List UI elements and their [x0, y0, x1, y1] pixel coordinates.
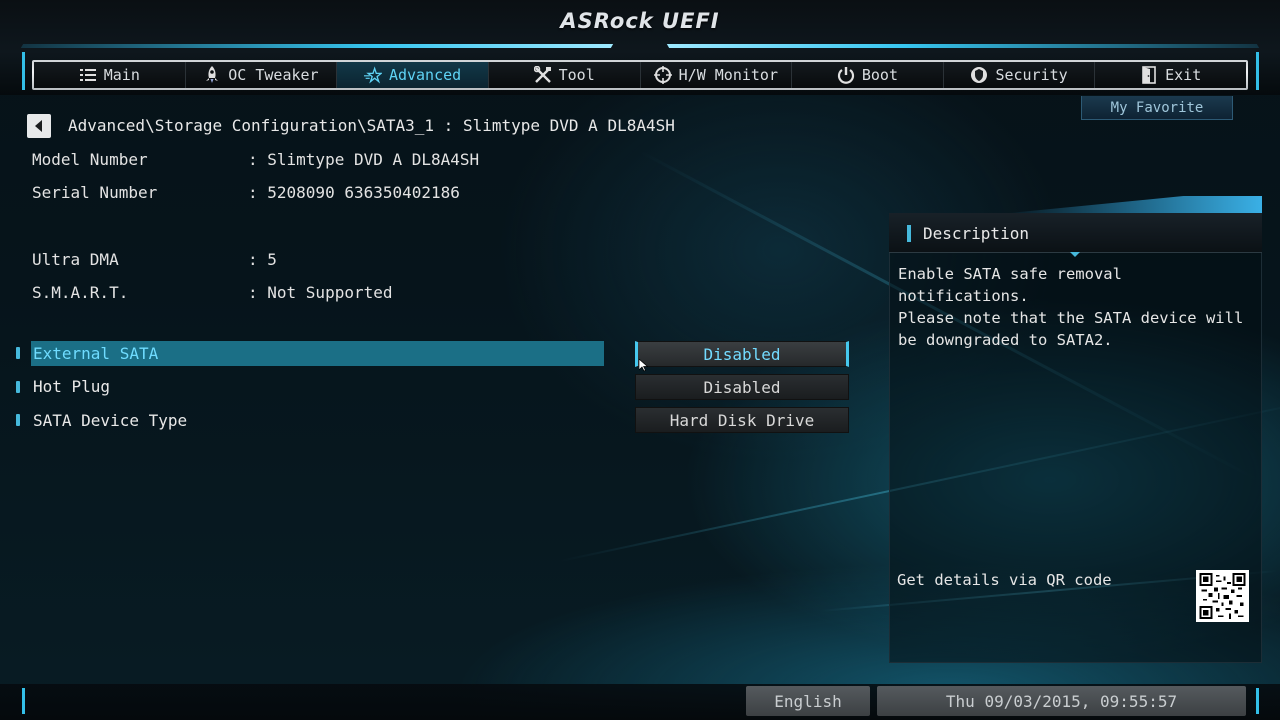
option-marker — [16, 414, 20, 426]
tools-icon — [533, 66, 552, 84]
rocket-icon — [203, 66, 221, 84]
info-value: : Slimtype DVD A DL8A4SH — [248, 150, 480, 169]
description-marker — [907, 225, 911, 242]
nav-edge-left — [22, 52, 25, 90]
list-icon — [79, 66, 97, 84]
description-header: Description — [889, 213, 1262, 253]
option-external-sata[interactable]: External SATA — [33, 344, 158, 363]
info-value: : Not Supported — [248, 283, 393, 302]
tab-label: Exit — [1165, 66, 1202, 84]
tab-label: Main — [103, 66, 140, 84]
back-button[interactable] — [27, 114, 51, 138]
info-value: : 5208090 636350402186 — [248, 183, 460, 202]
star-icon — [363, 66, 382, 84]
tab-advanced[interactable]: Advanced — [337, 62, 489, 88]
info-label: Serial Number — [32, 183, 158, 202]
tab-label: H/W Monitor — [678, 66, 778, 84]
tab-label: Boot — [861, 66, 898, 84]
back-arrow-icon — [35, 120, 42, 132]
option-marker — [16, 381, 20, 393]
info-label: Ultra DMA — [32, 250, 119, 269]
description-notch — [1070, 252, 1080, 257]
info-value: : 5 — [248, 250, 277, 269]
shield-icon — [970, 66, 988, 84]
datetime-display: Thu 09/03/2015, 09:55:57 — [877, 686, 1246, 716]
brand-logo: ASRock UEFI — [560, 9, 720, 33]
footer-edge-left — [22, 688, 25, 714]
power-icon — [837, 66, 855, 84]
tab-boot[interactable]: Boot — [792, 62, 944, 88]
nav-edge-right — [1256, 52, 1259, 90]
tab-exit[interactable]: Exit — [1095, 62, 1246, 88]
exit-door-icon — [1140, 66, 1158, 84]
info-label: S.M.A.R.T. — [32, 283, 129, 302]
option-marker — [16, 347, 20, 359]
mouse-cursor-icon — [639, 359, 648, 372]
description-title: Description — [923, 224, 1029, 243]
description-text: Enable SATA safe removal notifications. … — [898, 265, 1244, 349]
my-favorite-button[interactable]: My Favorite — [1081, 96, 1233, 120]
tab-label: OC Tweaker — [228, 66, 319, 84]
option-hot-plug[interactable]: Hot Plug — [33, 377, 110, 396]
header-glow-left — [20, 44, 614, 48]
breadcrumb: Advanced\Storage Configuration\SATA3_1 :… — [68, 116, 675, 135]
footer-edge-right — [1256, 688, 1259, 714]
info-label: Model Number — [32, 150, 148, 169]
tab-main[interactable]: Main — [34, 62, 186, 88]
tab-hw-monitor[interactable]: H/W Monitor — [640, 62, 793, 88]
header-glow-right — [666, 44, 1260, 48]
description-glow — [1000, 196, 1262, 214]
external-sata-value-button[interactable]: Disabled — [635, 341, 849, 367]
tab-security[interactable]: Security — [943, 62, 1096, 88]
qr-label: Get details via QR code — [897, 571, 1112, 589]
crosshair-icon — [653, 66, 672, 84]
sata-device-type-value-button[interactable]: Hard Disk Drive — [635, 407, 849, 433]
qr-code-icon — [1196, 570, 1249, 622]
language-button[interactable]: English — [746, 686, 870, 716]
tab-label: Advanced — [388, 66, 462, 84]
tab-label: Tool — [558, 66, 595, 84]
option-sata-device-type[interactable]: SATA Device Type — [33, 411, 187, 430]
hot-plug-value-button[interactable]: Disabled — [635, 374, 849, 400]
tab-oc-tweaker[interactable]: OC Tweaker — [185, 62, 338, 88]
main-tabs: Main OC Tweaker Advanced Tool H/W Monito… — [34, 62, 1246, 88]
tab-label: Security — [995, 66, 1068, 84]
tab-tool[interactable]: Tool — [488, 62, 641, 88]
